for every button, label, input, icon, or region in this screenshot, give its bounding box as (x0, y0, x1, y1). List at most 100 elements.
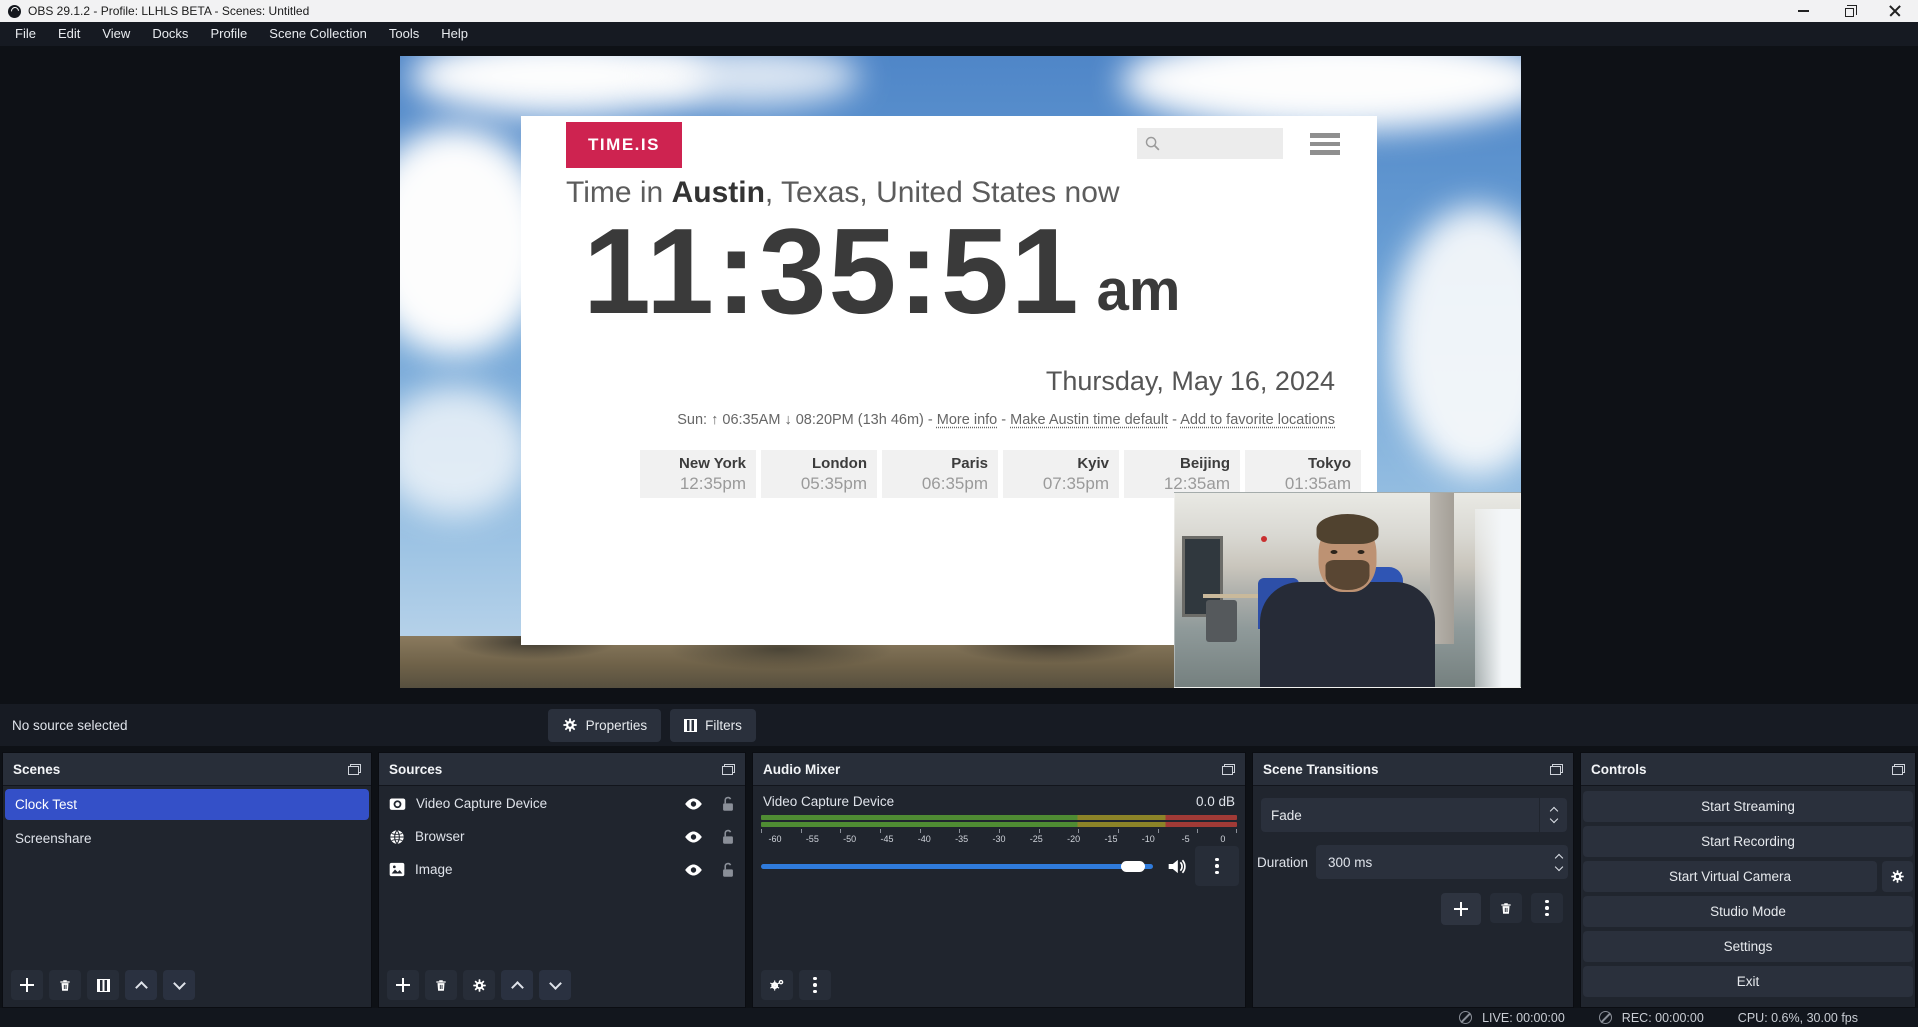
spin-arrows[interactable] (1556, 845, 1562, 879)
sources-header[interactable]: Sources (379, 753, 745, 786)
city-tile[interactable]: London05:35pm (761, 450, 877, 498)
meter-ticks (761, 829, 1237, 833)
kebab-icon (1215, 858, 1219, 875)
advanced-audio-button[interactable] (761, 970, 793, 1000)
hamburger-menu-icon[interactable] (1310, 133, 1340, 155)
close-button[interactable] (1872, 0, 1918, 22)
trash-icon (1499, 901, 1513, 916)
city-tile[interactable]: Paris06:35pm (882, 450, 998, 498)
add-scene-button[interactable] (11, 970, 43, 1000)
lock-icon[interactable] (721, 829, 735, 845)
duration-spinbox[interactable]: 300 ms (1316, 845, 1568, 879)
menu-view[interactable]: View (91, 22, 141, 46)
source-properties-button[interactable] (463, 970, 495, 1000)
audio-mixer-panel: Audio Mixer Video Capture Device 0.0 dB … (752, 752, 1246, 1008)
gear-icon (472, 978, 487, 993)
gear-icon (562, 717, 578, 733)
virtual-camera-config-button[interactable] (1882, 861, 1913, 892)
visibility-eye-icon[interactable] (684, 863, 703, 877)
maximize-button[interactable] (1826, 0, 1872, 22)
current-time: 11:35:51 (583, 204, 1081, 338)
lock-icon[interactable] (721, 862, 735, 878)
properties-button[interactable]: Properties (548, 709, 662, 742)
volume-slider[interactable] (761, 864, 1153, 869)
start-recording-button[interactable]: Start Recording (1583, 826, 1913, 857)
city-tile[interactable]: New York12:35pm (640, 450, 756, 498)
transitions-toolbar (1441, 893, 1563, 925)
city-tile[interactable]: Kyiv07:35pm (1003, 450, 1119, 498)
move-scene-up-button[interactable] (125, 970, 157, 1000)
visibility-eye-icon[interactable] (684, 830, 703, 844)
more-info-link[interactable]: More info (937, 412, 997, 428)
search-input[interactable] (1137, 128, 1283, 159)
add-source-button[interactable] (387, 970, 419, 1000)
source-row-browser[interactable]: Browser (379, 821, 745, 852)
mixer-toolbar (761, 970, 831, 1000)
menu-help[interactable]: Help (430, 22, 479, 46)
remove-transition-button[interactable] (1490, 893, 1522, 923)
make-default-link[interactable]: Make Austin time default (1010, 412, 1168, 428)
popout-icon[interactable] (348, 764, 361, 775)
transition-menu-button[interactable] (1531, 893, 1563, 923)
scene-item-clock-test[interactable]: Clock Test (5, 789, 369, 820)
person-eye (1331, 550, 1338, 554)
meter-bar (761, 822, 1237, 827)
start-streaming-button[interactable]: Start Streaming (1583, 791, 1913, 822)
start-virtual-camera-button[interactable]: Start Virtual Camera (1583, 861, 1877, 892)
preview-area[interactable]: TIME.IS Time in Austin, Texas, United St… (0, 46, 1918, 704)
mixer-menu-button[interactable] (799, 970, 831, 1000)
speaker-icon[interactable] (1167, 858, 1187, 875)
exit-button[interactable]: Exit (1583, 966, 1913, 997)
duration-label: Duration (1257, 855, 1308, 870)
city-tile[interactable]: Tokyo01:35am (1245, 450, 1361, 498)
obs-window: OBS 29.1.2 - Profile: LLHLS BETA - Scene… (0, 0, 1918, 1027)
plus-icon (396, 978, 410, 992)
scene-item-screenshare[interactable]: Screenshare (5, 823, 369, 854)
popout-icon[interactable] (1550, 764, 1563, 775)
rec-timer: REC: 00:00:00 (1622, 1011, 1704, 1025)
webcam-overlay[interactable] (1174, 492, 1521, 688)
controls-header[interactable]: Controls (1581, 753, 1915, 786)
scenes-header[interactable]: Scenes (3, 753, 371, 786)
minimize-button[interactable] (1780, 0, 1826, 22)
live-timer: LIVE: 00:00:00 (1482, 1011, 1565, 1025)
kebab-icon (1545, 900, 1549, 917)
menu-docks[interactable]: Docks (141, 22, 199, 46)
menu-profile[interactable]: Profile (199, 22, 258, 46)
move-source-down-button[interactable] (539, 970, 571, 1000)
cpu-fps-stats: CPU: 0.6%, 30.00 fps (1738, 1011, 1858, 1025)
move-scene-down-button[interactable] (163, 970, 195, 1000)
volume-slider-handle[interactable] (1121, 861, 1145, 872)
menu-file[interactable]: File (4, 22, 47, 46)
remove-source-button[interactable] (425, 970, 457, 1000)
image-icon (389, 862, 405, 877)
transition-select[interactable]: Fade (1261, 798, 1567, 832)
popout-icon[interactable] (1892, 764, 1905, 775)
settings-button[interactable]: Settings (1583, 931, 1913, 962)
add-transition-button[interactable] (1441, 893, 1481, 925)
scene-transitions-panel: Scene Transitions Fade Duration 300 ms (1252, 752, 1574, 1008)
popout-icon[interactable] (722, 764, 735, 775)
remove-scene-button[interactable] (49, 970, 81, 1000)
menu-tools[interactable]: Tools (378, 22, 430, 46)
favorite-locations-link[interactable]: Add to favorite locations (1180, 412, 1335, 428)
menu-scene-collection[interactable]: Scene Collection (258, 22, 378, 46)
scene-filters-button[interactable] (87, 970, 119, 1000)
move-source-up-button[interactable] (501, 970, 533, 1000)
studio-mode-button[interactable]: Studio Mode (1583, 896, 1913, 927)
obs-logo-icon (8, 5, 21, 18)
mixer-channel-menu-button[interactable] (1195, 846, 1239, 886)
select-arrows[interactable] (1539, 798, 1567, 832)
source-row-image[interactable]: Image (379, 854, 745, 885)
source-row-video-capture[interactable]: Video Capture Device (379, 788, 745, 819)
audio-mixer-header[interactable]: Audio Mixer (753, 753, 1245, 786)
filters-button[interactable]: Filters (670, 709, 756, 742)
trash-icon (58, 978, 72, 993)
menu-edit[interactable]: Edit (47, 22, 91, 46)
transitions-header[interactable]: Scene Transitions (1253, 753, 1573, 786)
visibility-eye-icon[interactable] (684, 797, 703, 811)
lock-icon[interactable] (721, 796, 735, 812)
city-tile[interactable]: Beijing12:35am (1124, 450, 1240, 498)
popout-icon[interactable] (1222, 764, 1235, 775)
person-eye (1358, 550, 1365, 554)
